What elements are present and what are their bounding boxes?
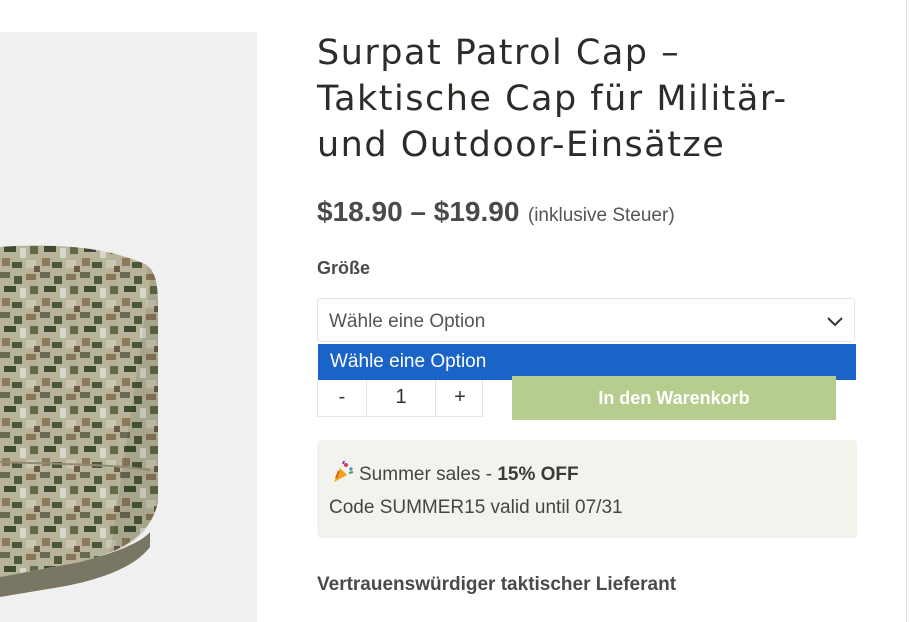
scrollbar[interactable] [906, 0, 910, 622]
size-select-value: Wähle eine Option [329, 311, 486, 332]
price-row: $18.90 – $19.90 (inklusive Steuer) [317, 196, 675, 228]
quantity-input[interactable]: 1 [366, 380, 436, 416]
trust-heading: Vertrauenswürdiger taktischer Lieferant [317, 574, 677, 595]
party-popper-icon [334, 460, 354, 482]
product-image[interactable] [0, 32, 257, 622]
size-label: Größe [317, 258, 371, 278]
quantity-increase-button[interactable]: + [436, 380, 484, 416]
size-select[interactable]: Wähle eine Option [317, 298, 855, 342]
chevron-down-icon [827, 317, 843, 327]
promo-prefix: Summer sales - [359, 464, 498, 485]
product-title-line-1: Surpat Patrol Cap – [317, 33, 681, 73]
promo-discount: 15% OFF [497, 464, 579, 485]
quantity-decrease-button[interactable]: - [318, 380, 366, 416]
promo-code-line: Code SUMMER15 valid until 07/31 [329, 497, 623, 518]
product-title-line-3: und Outdoor-Einsätze [317, 125, 726, 165]
product-title: Surpat Patrol Cap – Taktische Cap für Mi… [317, 30, 837, 168]
quantity-stepper: - 1 + [317, 380, 483, 417]
promo-headline: Summer sales - 15% OFF [331, 460, 579, 486]
price-tax-note: (inklusive Steuer) [527, 205, 675, 226]
dropdown-option-choose[interactable]: Wähle eine Option [318, 344, 856, 380]
promo-box: Summer sales - 15% OFF Code SUMMER15 val… [317, 440, 857, 538]
camo-cap-image [0, 245, 158, 597]
price-range: $18.90 – $19.90 [317, 196, 520, 227]
product-title-line-2: Taktische Cap für Militär- [317, 79, 788, 119]
add-to-cart-button[interactable]: In den Warenkorb [512, 376, 836, 420]
